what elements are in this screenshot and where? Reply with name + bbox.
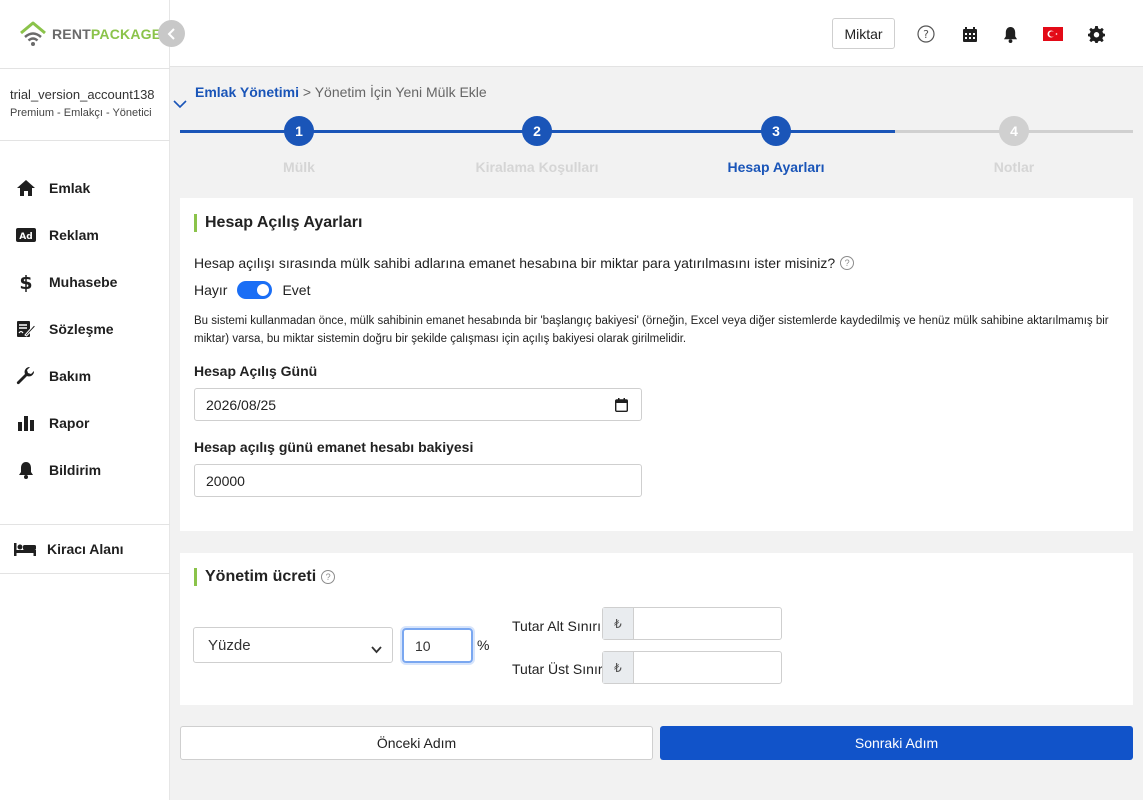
topbar: Miktar ? <box>170 0 1143 67</box>
breadcrumb-current: Yönetim İçin Yeni Mülk Ekle <box>314 84 487 100</box>
management-fee-title: Yönetim ücreti ? <box>194 568 336 586</box>
sidebar-item-label: Emlak <box>49 179 91 196</box>
fee-max-input-group: ₺ <box>602 651 782 684</box>
fee-min-input[interactable] <box>634 608 781 639</box>
svg-text:$: $ <box>19 272 32 292</box>
breadcrumb-separator: > <box>299 84 315 100</box>
home-icon <box>15 178 37 198</box>
step-2-label: Kiralama Koşulları <box>475 159 599 175</box>
opening-date-input[interactable]: 2026/08/25 <box>194 388 642 421</box>
sidebar-item-label: Bildirim <box>49 461 102 478</box>
help-icon[interactable]: ? <box>916 24 936 44</box>
deposit-toggle-switch[interactable] <box>237 281 273 299</box>
sidebar: RENTPACKAGE trial_version_account138 Pre… <box>0 0 170 800</box>
deposit-toggle-row: Hayır Evet <box>194 281 310 299</box>
account-name: trial_version_account138 <box>10 87 155 102</box>
fee-max-label: Tutar Üst Sınırı <box>512 661 607 677</box>
sidebar-item-bildirim[interactable]: Bildirim <box>0 446 170 493</box>
sidebar-item-label: Rapor <box>49 414 90 431</box>
wifi-house-logo-icon <box>20 21 46 46</box>
sidebar-item-bakim[interactable]: Bakım <box>0 352 170 399</box>
sidebar-item-emlak[interactable]: Emlak <box>0 164 170 211</box>
help-icon[interactable]: ? <box>321 570 336 584</box>
bell-icon <box>15 460 37 480</box>
breadcrumb-link[interactable]: Emlak Yönetimi <box>195 84 299 100</box>
account-role: Premium - Emlakçı - Yönetici <box>10 107 152 119</box>
step-4-label: Notlar <box>993 159 1035 175</box>
currency-lira-icon: ₺ <box>603 652 634 683</box>
ad-icon: Ad <box>15 225 37 245</box>
chevron-down-icon[interactable] <box>173 96 187 114</box>
opening-date-value: 2026/08/25 <box>206 396 277 413</box>
dollar-icon: $ <box>15 272 37 292</box>
fee-type-select[interactable]: Yüzde <box>193 627 393 663</box>
stepper: 1 2 3 4 Mülk Kiralama Koşulları Hesap Ay… <box>180 115 1133 180</box>
sidebar-item-label: Bakım <box>49 367 92 384</box>
toggle-no-label: Hayır <box>194 282 228 298</box>
deposit-question: Hesap açılışı sırasında mülk sahibi adla… <box>194 255 855 271</box>
notification-bell-icon[interactable] <box>1000 24 1020 44</box>
opening-settings-title: Hesap Açılış Ayarları <box>194 214 362 232</box>
fee-min-label: Tutar Alt Sınırı <box>512 618 601 634</box>
svg-text:Ad: Ad <box>19 232 32 242</box>
chevron-left-icon <box>167 27 175 40</box>
management-fee-card: Yönetim ücreti ? Yüzde 10 % Tutar Alt Sı… <box>180 553 1133 705</box>
previous-step-button[interactable]: Önceki Adım <box>180 726 653 760</box>
fee-max-input[interactable] <box>634 652 781 683</box>
logo-text: RENTPACKAGE <box>52 26 162 42</box>
sidebar-item-tenant-area[interactable]: Kiracı Alanı <box>0 524 170 574</box>
wrench-icon <box>15 366 37 386</box>
sidebar-item-label: Sözleşme <box>49 320 114 337</box>
fee-percent-input[interactable]: 10 <box>402 628 473 663</box>
sidebar-nav: Emlak Ad Reklam $ Muhasebe Sözleşme Bakı… <box>0 164 170 493</box>
svg-text:?: ? <box>923 28 929 41</box>
opening-date-label: Hesap Açılış Günü <box>194 363 318 379</box>
fee-type-selected: Yüzde <box>208 636 251 654</box>
opening-balance-value: 20000 <box>206 472 245 489</box>
step-1-label: Mülk <box>283 159 315 175</box>
account-info: trial_version_account138 Premium - Emlak… <box>0 68 170 141</box>
bed-icon <box>14 543 36 556</box>
next-step-button[interactable]: Sonraki Adım <box>660 726 1133 760</box>
opening-balance-info: Bu sistemi kullanmadan önce, mülk sahibi… <box>194 315 1109 345</box>
chevron-down-icon <box>371 641 382 658</box>
sidebar-item-rapor[interactable]: Rapor <box>0 399 170 446</box>
sidebar-item-reklam[interactable]: Ad Reklam <box>0 211 170 258</box>
help-icon[interactable]: ? <box>840 256 855 270</box>
opening-balance-input[interactable]: 20000 <box>194 464 642 497</box>
turkey-flag-icon[interactable] <box>1042 24 1064 44</box>
currency-lira-icon: ₺ <box>603 608 634 639</box>
opening-balance-label: Hesap açılış günü emanet hesabı bakiyesi <box>194 439 474 455</box>
step-3-circle[interactable]: 3 <box>761 116 791 146</box>
calendar-icon[interactable] <box>614 398 629 415</box>
fee-percent-value: 10 <box>415 637 431 654</box>
step-3-label: Hesap Ayarları <box>727 159 825 175</box>
step-1-circle[interactable]: 1 <box>284 116 314 146</box>
bar-chart-icon <box>15 413 37 433</box>
toggle-yes-label: Evet <box>282 282 311 298</box>
sidebar-item-label: Muhasebe <box>49 273 118 290</box>
logo[interactable]: RENTPACKAGE <box>18 20 161 48</box>
opening-settings-card: Hesap Açılış Ayarları Hesap açılışı sıra… <box>180 198 1133 531</box>
tenant-area-label: Kiracı Alanı <box>47 541 124 557</box>
step-2-circle[interactable]: 2 <box>522 116 552 146</box>
breadcrumb: Emlak Yönetimi > Yönetim İçin Yeni Mülk … <box>195 84 487 100</box>
sidebar-collapse-button[interactable] <box>158 20 185 47</box>
calendar-icon[interactable] <box>960 24 980 44</box>
step-4-circle[interactable]: 4 <box>999 116 1029 146</box>
percent-symbol: % <box>477 637 490 653</box>
sidebar-item-muhasebe[interactable]: $ Muhasebe <box>0 258 170 305</box>
fee-min-input-group: ₺ <box>602 607 782 640</box>
amount-button[interactable]: Miktar <box>832 18 895 49</box>
contract-icon <box>15 319 37 339</box>
settings-gear-icon[interactable] <box>1086 24 1106 44</box>
sidebar-item-sozlesme[interactable]: Sözleşme <box>0 305 170 352</box>
sidebar-item-label: Reklam <box>49 226 99 243</box>
